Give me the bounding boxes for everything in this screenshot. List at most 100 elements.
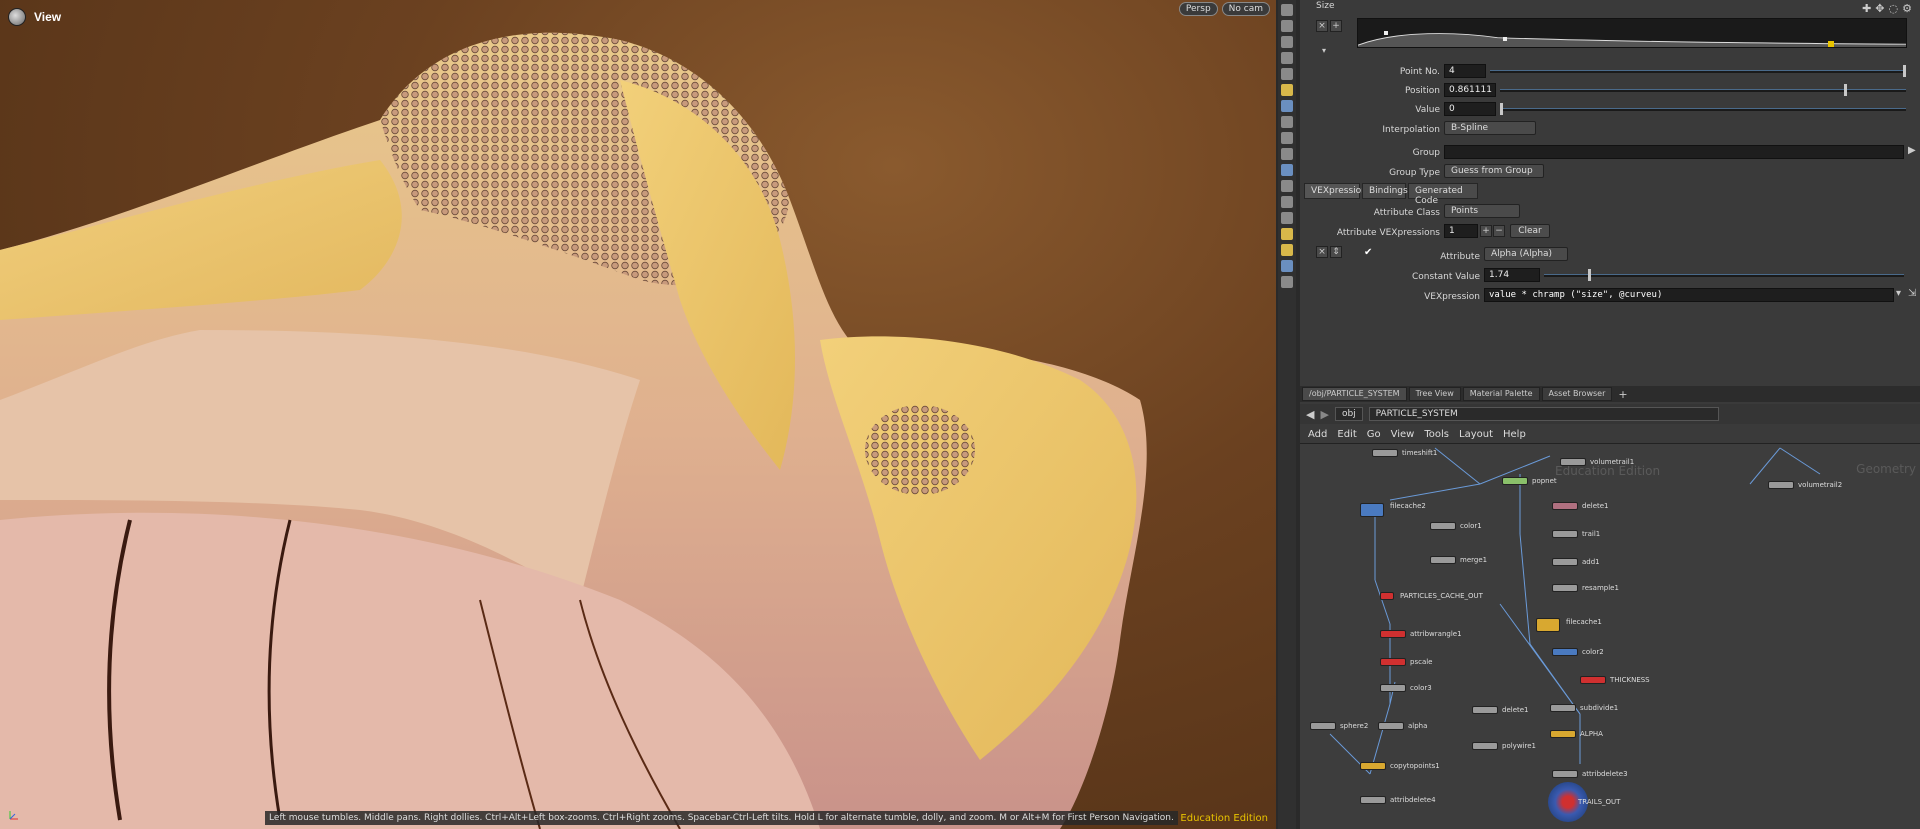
constant-value-slider[interactable] xyxy=(1544,274,1904,277)
particle-icon[interactable] xyxy=(1281,228,1293,240)
display-icon[interactable] xyxy=(1281,4,1293,16)
position-field[interactable]: 0.861111 xyxy=(1444,83,1496,97)
menu-help[interactable]: Help xyxy=(1503,429,1526,440)
menu-edit[interactable]: Edit xyxy=(1337,429,1356,440)
gear-icon[interactable]: ⚙ xyxy=(1902,2,1912,15)
attr-move-button[interactable]: ⇕ xyxy=(1330,246,1342,258)
volume-icon[interactable] xyxy=(1281,244,1293,256)
node-delete1b[interactable] xyxy=(1472,706,1498,714)
node-color3[interactable] xyxy=(1380,684,1406,692)
pin-icon[interactable]: ✚ xyxy=(1862,2,1871,15)
back-arrow-icon[interactable]: ◀ xyxy=(1306,408,1314,421)
menu-tools[interactable]: Tools xyxy=(1424,429,1449,440)
interpolation-dropdown[interactable]: B-Spline xyxy=(1444,121,1536,135)
node-merge1[interactable] xyxy=(1430,556,1456,564)
ghost-icon[interactable] xyxy=(1281,148,1293,160)
node-popnet[interactable] xyxy=(1502,477,1528,485)
ramp-collapse-icon[interactable]: ▾ xyxy=(1322,46,1326,55)
tab-tree-view[interactable]: Tree View xyxy=(1408,387,1461,401)
node-copytopoints1[interactable] xyxy=(1360,762,1386,770)
ramp-add-button[interactable]: + xyxy=(1330,20,1342,32)
overlay-icon[interactable] xyxy=(1281,212,1293,224)
brush-icon[interactable] xyxy=(1281,180,1293,192)
ramp-key-selected[interactable] xyxy=(1828,41,1834,47)
group-arrow-icon[interactable]: ▶ xyxy=(1908,145,1916,156)
scene-viewport[interactable]: View Persp No cam Left mouse tumbles. Mi… xyxy=(0,0,1276,829)
texture-icon[interactable] xyxy=(1281,276,1293,288)
node-trail1[interactable] xyxy=(1552,530,1578,538)
size-ramp-editor[interactable] xyxy=(1357,18,1907,48)
node-volumetrail2[interactable] xyxy=(1768,481,1794,489)
node-alpha2[interactable] xyxy=(1550,730,1576,738)
node-color2[interactable] xyxy=(1552,648,1578,656)
sun-icon[interactable] xyxy=(1281,132,1293,144)
path-node[interactable]: PARTICLE_SYSTEM xyxy=(1368,407,1719,421)
node-attribwrangle1[interactable] xyxy=(1380,630,1406,638)
attr-enable-checkbox[interactable]: ✔ xyxy=(1364,247,1372,258)
lock-icon[interactable] xyxy=(1281,36,1293,48)
value-slider[interactable] xyxy=(1500,108,1906,111)
group-field[interactable] xyxy=(1444,145,1904,159)
attr-vex-add-button[interactable]: + xyxy=(1480,225,1492,237)
value-field[interactable]: 0 xyxy=(1444,102,1496,116)
move-icon[interactable]: ✥ xyxy=(1875,2,1884,15)
tab-vexpressions[interactable]: VEXpressions xyxy=(1304,183,1372,199)
node-thickness[interactable] xyxy=(1580,676,1606,684)
node-pscale[interactable] xyxy=(1380,658,1406,666)
point-no-slider[interactable] xyxy=(1490,70,1906,73)
attribute-dropdown[interactable]: Alpha (Alpha) xyxy=(1484,247,1568,261)
group-type-dropdown[interactable]: Guess from Group xyxy=(1444,164,1544,178)
node-attribdelete4[interactable] xyxy=(1360,796,1386,804)
node-resample1[interactable] xyxy=(1552,584,1578,592)
network-graph[interactable]: Education Edition Geometry timeshift1 vo… xyxy=(1300,444,1920,829)
menu-layout[interactable]: Layout xyxy=(1459,429,1493,440)
position-knob[interactable] xyxy=(1844,84,1847,96)
camera-dropdown[interactable]: No cam xyxy=(1221,2,1270,16)
node-filecache1[interactable] xyxy=(1536,618,1560,632)
snap-icon[interactable] xyxy=(1281,52,1293,64)
menu-add[interactable]: Add xyxy=(1308,429,1327,440)
vexpression-dropdown-icon[interactable]: ▾ xyxy=(1896,288,1901,299)
add-tab-icon[interactable]: + xyxy=(1614,388,1627,401)
vexpression-expand-icon[interactable]: ⇲ xyxy=(1908,288,1916,299)
tab-asset-browser[interactable]: Asset Browser xyxy=(1541,387,1613,401)
node-subdivide1[interactable] xyxy=(1550,704,1576,712)
node-add1[interactable] xyxy=(1552,558,1578,566)
tab-particle-system[interactable]: /obj/PARTICLE_SYSTEM xyxy=(1302,387,1407,401)
camera-icon[interactable] xyxy=(1281,100,1293,112)
vexpression-field[interactable]: value * chramp ("size", @curveu) xyxy=(1484,288,1894,302)
node-color1[interactable] xyxy=(1430,522,1456,530)
node-volumetrail1[interactable] xyxy=(1560,458,1586,466)
grid-icon[interactable] xyxy=(1281,196,1293,208)
ramp-key-1[interactable] xyxy=(1384,31,1388,35)
houdini-logo-icon[interactable] xyxy=(8,8,26,26)
constant-value-knob[interactable] xyxy=(1588,269,1591,281)
attribute-class-dropdown[interactable]: Points xyxy=(1444,204,1520,218)
help-icon[interactable]: ◌ xyxy=(1889,2,1899,15)
tab-generated-code[interactable]: Generated Code xyxy=(1408,183,1478,206)
shading-icon[interactable] xyxy=(1281,84,1293,96)
constant-value-field[interactable]: 1.74 xyxy=(1484,268,1540,282)
tab-bindings[interactable]: Bindings xyxy=(1362,183,1408,199)
tab-material-palette[interactable]: Material Palette xyxy=(1462,387,1540,401)
persp-dropdown[interactable]: Persp xyxy=(1178,2,1218,16)
attr-vex-remove-button[interactable]: − xyxy=(1493,225,1505,237)
light-icon[interactable] xyxy=(1281,68,1293,80)
menu-view[interactable]: View xyxy=(1391,429,1415,440)
node-delete1[interactable] xyxy=(1552,502,1578,510)
node-particles-cache-out[interactable] xyxy=(1380,592,1394,600)
globe-icon[interactable] xyxy=(1281,260,1293,272)
menu-go[interactable]: Go xyxy=(1367,429,1381,440)
node-polywire1[interactable] xyxy=(1472,742,1498,750)
path-obj[interactable]: obj xyxy=(1334,407,1363,421)
clear-button[interactable]: Clear xyxy=(1510,224,1550,238)
attr-vex-count-field[interactable]: 1 xyxy=(1444,224,1478,238)
point-no-field[interactable]: 4 xyxy=(1444,64,1486,78)
value-knob[interactable] xyxy=(1500,103,1503,115)
wireframe-icon[interactable] xyxy=(1281,20,1293,32)
ramp-delete-button[interactable]: × xyxy=(1316,20,1328,32)
select-icon[interactable] xyxy=(1281,164,1293,176)
attr-delete-button[interactable]: × xyxy=(1316,246,1328,258)
ramp-key-2[interactable] xyxy=(1503,37,1507,41)
point-no-knob[interactable] xyxy=(1903,65,1906,77)
